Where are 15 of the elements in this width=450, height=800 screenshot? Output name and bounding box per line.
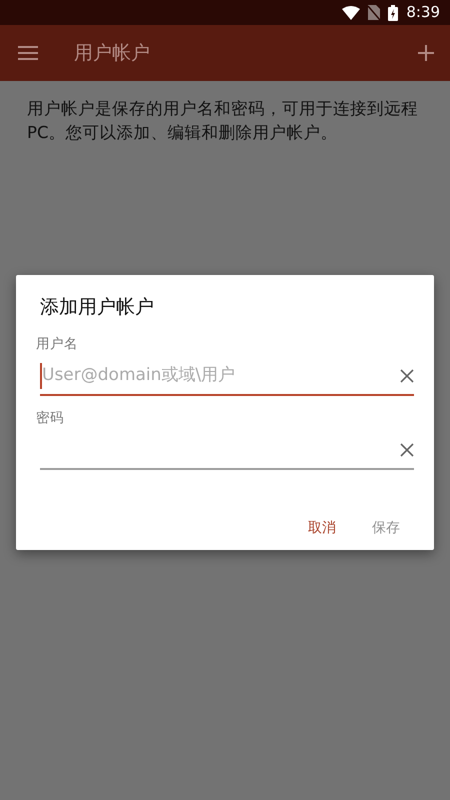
dialog-title: 添加用户帐户	[40, 295, 155, 320]
clock-time: 8:39	[406, 2, 440, 24]
cancel-button[interactable]: 取消	[298, 514, 346, 543]
clear-icon[interactable]	[400, 443, 414, 457]
field-label: 密码	[36, 408, 65, 428]
no-sim-icon	[368, 5, 380, 20]
app-bar-title: 用户帐户	[74, 40, 150, 66]
wifi-icon	[342, 6, 360, 20]
add-button[interactable]	[418, 45, 434, 61]
menu-button[interactable]	[18, 46, 38, 60]
battery-charging-icon	[388, 4, 398, 20]
clear-icon[interactable]	[400, 368, 414, 383]
input-field[interactable]: User@domain或域\用户	[40, 358, 414, 396]
description-text: 用户帐户是保存的用户名和密码，可用于连接到远程PC。您可以添加、编辑和删除用户帐户。	[26, 98, 419, 144]
field-label: 用户名	[36, 334, 79, 354]
